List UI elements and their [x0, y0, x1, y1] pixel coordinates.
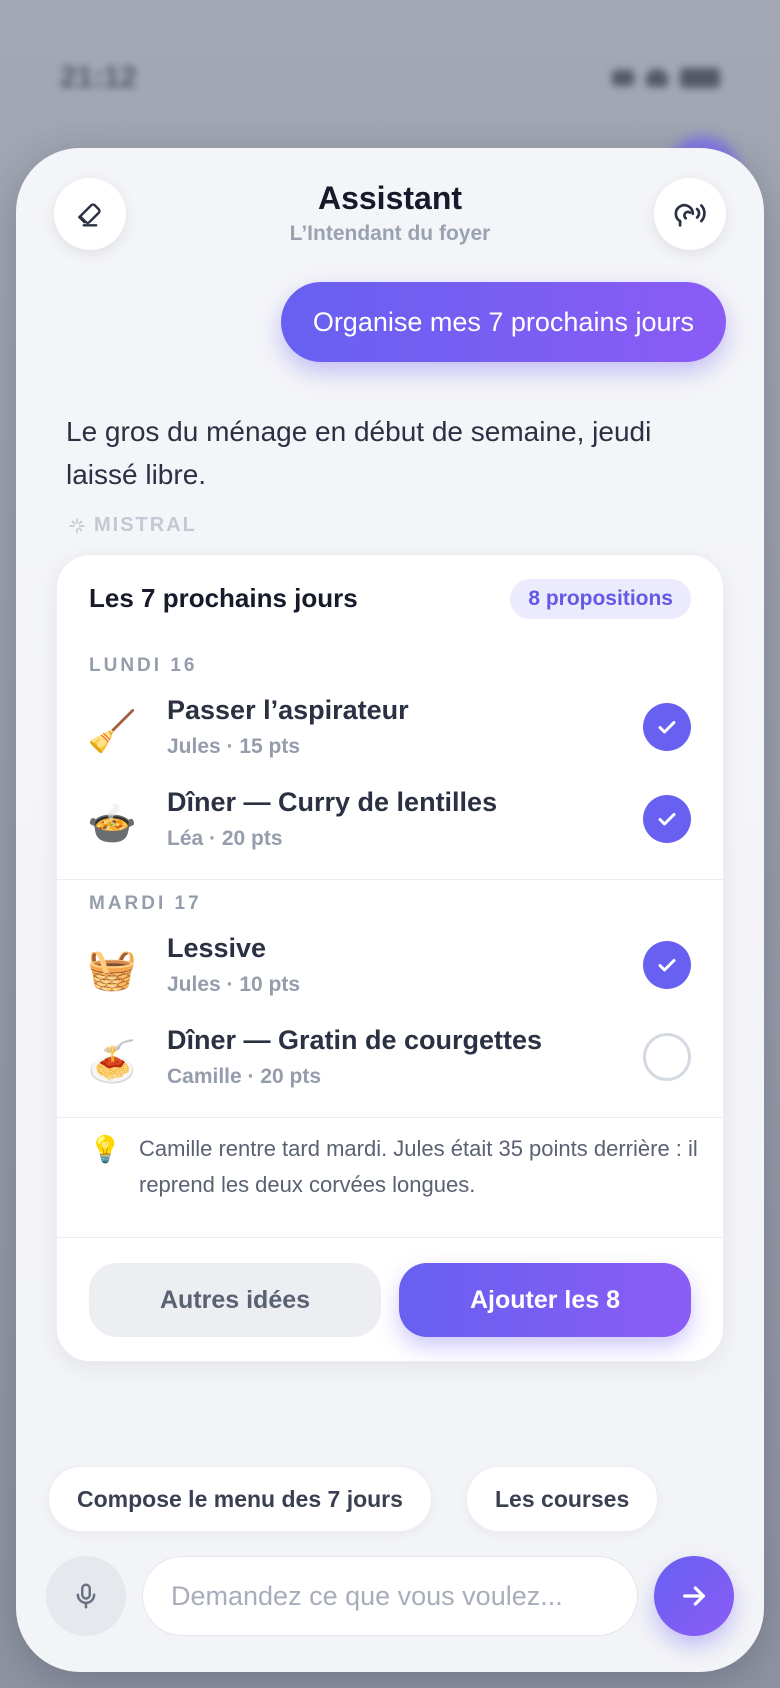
add-all-button[interactable]: Ajouter les 8	[399, 1263, 691, 1337]
task-name: Passer l’aspirateur	[167, 695, 409, 725]
suggestion-chip-shopping[interactable]: Les courses	[466, 1466, 659, 1532]
signal-icon	[612, 70, 634, 86]
task-row[interactable]: 🧺 Lessive Jules · 10 pts	[57, 929, 723, 1021]
plan-card: Les 7 prochains jours 8 propositions LUN…	[56, 554, 724, 1362]
checkmark-icon	[658, 959, 676, 972]
lightbulb-icon: 💡	[89, 1135, 122, 1165]
task-meta: Jules · 15 pts	[167, 735, 301, 758]
task-row[interactable]: 🍲 Dîner — Curry de lentilles Léa · 20 pt…	[57, 783, 723, 875]
checkmark-icon	[658, 813, 676, 826]
task-checkbox[interactable]	[643, 941, 691, 989]
assistant-message: Le gros du ménage en début de semaine, j…	[66, 416, 652, 490]
wifi-icon	[646, 69, 668, 87]
task-checkbox[interactable]	[643, 1033, 691, 1081]
tip-divider	[57, 1117, 723, 1118]
task-meta: Léa · 20 pts	[167, 827, 283, 850]
model-name: MISTRAL	[94, 514, 197, 536]
sparkle-icon	[69, 517, 85, 534]
send-button[interactable]	[654, 1556, 734, 1636]
other-ideas-button[interactable]: Autres idées	[89, 1263, 381, 1337]
arrow-right-icon	[683, 1586, 705, 1606]
page-subtitle: L’Intendant du foyer	[289, 222, 491, 245]
status-time: 21:12	[60, 61, 137, 94]
microphone-icon	[76, 1583, 96, 1609]
microphone-button[interactable]	[46, 1556, 126, 1636]
task-name: Dîner — Curry de lentilles	[167, 787, 498, 817]
task-row[interactable]: 🧹 Passer l’aspirateur Jules · 15 pts	[57, 691, 723, 783]
message-input-wrapper[interactable]	[142, 1556, 638, 1636]
spaghetti-icon: 🍝	[87, 1039, 137, 1085]
task-name: Dîner — Gratin de courgettes	[167, 1025, 543, 1055]
voice-wave-icon	[674, 203, 706, 227]
suggestion-chip-menu[interactable]: Compose le menu des 7 jours	[48, 1466, 432, 1532]
tip-text: Camille rentre tard mardi. Jules était 3…	[139, 1136, 698, 1197]
task-checkbox[interactable]	[643, 703, 691, 751]
pot-icon: 🍲	[87, 801, 137, 847]
broom-icon: 🧹	[87, 709, 137, 755]
status-bar: 21:12	[60, 58, 720, 98]
checkmark-icon	[658, 721, 676, 734]
task-row[interactable]: 🍝 Dîner — Gratin de courgettes Camille ·…	[57, 1021, 723, 1113]
page-title: Assistant	[317, 180, 463, 216]
user-message-bubble: Organise mes 7 prochains jours	[280, 282, 726, 362]
actions-divider	[57, 1237, 723, 1238]
day-divider	[57, 879, 723, 880]
voice-mode-button[interactable]	[654, 178, 726, 250]
task-meta: Camille · 20 pts	[167, 1065, 322, 1088]
day-label: MARDI 17	[89, 893, 202, 914]
message-input[interactable]	[171, 1580, 637, 1612]
day-label: LUNDI 16	[89, 655, 198, 676]
task-meta: Jules · 10 pts	[167, 973, 301, 996]
task-checkbox[interactable]	[643, 795, 691, 843]
basket-icon: 🧺	[87, 947, 137, 993]
assistant-sheet: Assistant L’Intendant du foyer Organise …	[16, 148, 764, 1672]
plan-card-title: Les 7 prochains jours	[89, 583, 358, 613]
status-icons	[612, 68, 720, 88]
propositions-badge: 8 propositions	[510, 579, 691, 619]
model-tag: MISTRAL	[68, 514, 197, 537]
battery-icon	[680, 68, 720, 88]
task-name: Lessive	[167, 933, 267, 963]
